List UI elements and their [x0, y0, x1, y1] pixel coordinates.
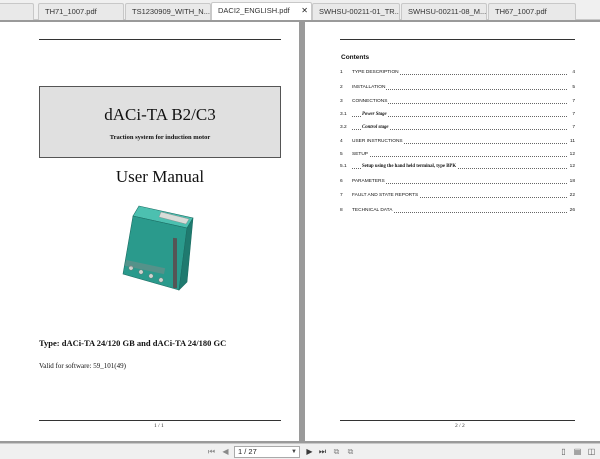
- toc-entry-page: 12: [568, 164, 575, 169]
- toc-entry-number: 5: [340, 152, 343, 157]
- bottom-toolbar: ⏮ ◀ 1 / 27 ▼ ▶ ⏭ ⧉ ⧉ ▯ ▤ ◫: [0, 443, 600, 459]
- first-page-icon[interactable]: ⏮: [206, 446, 217, 457]
- software-version-line: Valid for software: 59_101(49): [39, 362, 126, 370]
- toc-entry-number: 6: [340, 179, 343, 184]
- last-page-icon[interactable]: ⏭: [317, 446, 328, 457]
- toc-entry[interactable]: 2 INSTALLATION 5: [340, 85, 575, 93]
- tab-5[interactable]: SWHSU-00211-08_M...: [401, 3, 487, 20]
- toc-entry-page: 7: [571, 125, 575, 130]
- toc-entry-page: 12: [568, 152, 575, 157]
- tab-2[interactable]: TS1230909_WITH_N...: [125, 3, 211, 20]
- toc-entry-number: 3: [340, 99, 343, 104]
- toc-entry-page: 11: [569, 139, 575, 144]
- toc-entry-number: 4: [340, 139, 343, 144]
- toc-entry-label: SETUP: [352, 152, 369, 157]
- header-rule: [340, 39, 575, 40]
- tab-6[interactable]: TH67_1007.pdf: [488, 3, 576, 20]
- copy-page-icon[interactable]: ⧉: [345, 446, 356, 457]
- document-title: dACi-TA B2/C3: [104, 105, 216, 124]
- toc-entry-label: Power Stage: [362, 112, 388, 117]
- footer-rule: [340, 420, 575, 421]
- tab-label: TS1230909_WITH_N...: [132, 7, 210, 16]
- page-number-value: 1 / 27: [238, 447, 257, 456]
- title-box: dACi-TA B2/C3 Traction system for induct…: [39, 86, 281, 158]
- page-2: Contents 1 TYPE DESCRIPTION 4 2 INSTALLATION…: [305, 22, 600, 441]
- tab-4[interactable]: SWHSU-00211-01_TR...: [312, 3, 400, 20]
- tab-label: SWHSU-00211-01_TR...: [319, 7, 400, 16]
- document-subtitle: Traction system for induction motor: [109, 134, 211, 141]
- toc-entry-number: 3.1: [340, 112, 347, 117]
- toc-entry[interactable]: 3.2 Control stage 7: [340, 125, 575, 133]
- page-number-input[interactable]: 1 / 27 ▼: [234, 446, 300, 458]
- toc-entry-label: TYPE DESCRIPTION: [352, 70, 400, 75]
- toc-entry-number: 7: [340, 193, 343, 198]
- close-tab-icon[interactable]: ✕: [301, 6, 308, 15]
- contents-heading: Contents: [341, 54, 370, 61]
- toc-entry[interactable]: 4 USER INSTRUCTIONS 11: [340, 139, 575, 147]
- toc-entry-page: 18: [568, 179, 575, 184]
- two-page-view-icon[interactable]: ◫: [586, 446, 597, 457]
- toc-entry-number: 2: [340, 85, 343, 90]
- toc-entry[interactable]: 5.1 Setup using the hand held terminal, t…: [340, 164, 575, 172]
- toc-entry[interactable]: 8 TECHNICAL DATA 26: [340, 208, 575, 216]
- continuous-view-icon[interactable]: ▤: [572, 446, 583, 457]
- toc-entry-label: PARAMETERS: [352, 179, 386, 184]
- toc-entry-label: CONNECTIONS: [352, 99, 389, 104]
- user-manual-heading: User Manual: [115, 167, 205, 186]
- toc-entry[interactable]: 3.1 Power Stage 7: [340, 112, 575, 120]
- toc-entry-number: 8: [340, 208, 343, 213]
- rotate-icon[interactable]: ⧉: [331, 446, 342, 457]
- toc-entry-number: 5.1: [340, 164, 347, 169]
- toc-entry-page: 7: [571, 112, 575, 117]
- type-line: Type: dACi-TA 24/120 GB and dACi-TA 24/1…: [39, 338, 227, 348]
- page-number-1: 1 / 1: [154, 423, 164, 429]
- toc-leader-dots: [352, 156, 567, 157]
- toc-entry[interactable]: 1 TYPE DESCRIPTION 4: [340, 70, 575, 78]
- toc-entry-number: 3.2: [340, 125, 347, 130]
- toc-entry-label: INSTALLATION: [352, 85, 387, 90]
- toc-entry-page: 4: [571, 70, 575, 75]
- previous-page-icon[interactable]: ◀: [220, 446, 231, 457]
- tab-bar: df TH71_1007.pdf TS1230909_WITH_N... DAC…: [0, 0, 600, 20]
- toc-entry[interactable]: 5 SETUP 12: [340, 152, 575, 160]
- tab-0[interactable]: df: [0, 3, 34, 20]
- header-rule: [39, 39, 281, 40]
- tab-label: DACI2_ENGLISH.pdf: [218, 6, 290, 15]
- document-viewer[interactable]: dACi-TA B2/C3 Traction system for induct…: [0, 20, 600, 443]
- toc-entry-label: TECHNICAL DATA: [352, 208, 394, 213]
- tab-label: TH71_1007.pdf: [45, 7, 97, 16]
- toc-entry-number: 1: [340, 70, 343, 75]
- page-number-2: 2 / 2: [455, 423, 465, 429]
- toc-entry-page: 7: [571, 99, 575, 104]
- toc-entry[interactable]: 7 FAULT AND STATE REPORTS 22: [340, 193, 575, 201]
- next-page-icon[interactable]: ▶: [304, 446, 315, 457]
- product-image: [122, 205, 194, 291]
- page-1: dACi-TA B2/C3 Traction system for induct…: [0, 22, 299, 441]
- tab-3-active[interactable]: DACI2_ENGLISH.pdf ✕: [211, 2, 312, 20]
- toc-entry-page: 5: [571, 85, 575, 90]
- toc-entry-label: Setup using the hand held terminal, type…: [362, 164, 458, 169]
- chevron-down-icon[interactable]: ▼: [291, 447, 297, 457]
- toc-entry-label: USER INSTRUCTIONS: [352, 139, 404, 144]
- tab-label: TH67_1007.pdf: [495, 7, 547, 16]
- tab-1[interactable]: TH71_1007.pdf: [38, 3, 124, 20]
- toc-entry-page: 26: [568, 208, 575, 213]
- toc-entry[interactable]: 6 PARAMETERS 18: [340, 179, 575, 187]
- single-page-view-icon[interactable]: ▯: [558, 446, 569, 457]
- tab-label: SWHSU-00211-08_M...: [408, 7, 487, 16]
- toc-entry-label: FAULT AND STATE REPORTS: [352, 193, 420, 198]
- footer-rule: [39, 420, 281, 421]
- toc-entry-label: Control stage: [362, 125, 390, 130]
- toc-entry-page: 22: [568, 193, 575, 198]
- toc-entry[interactable]: 3 CONNECTIONS 7: [340, 99, 575, 107]
